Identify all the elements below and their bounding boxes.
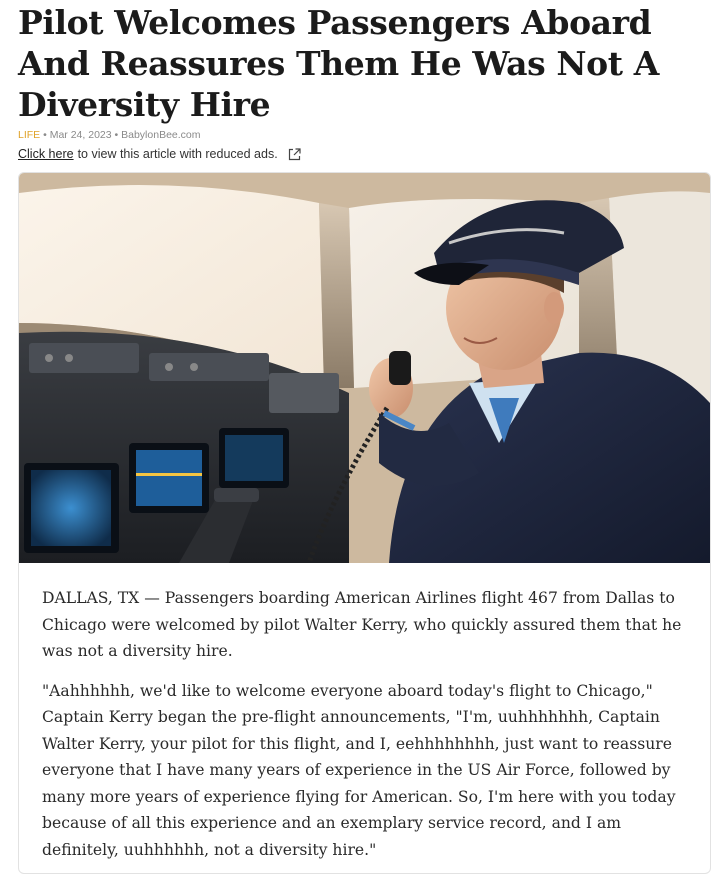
article-page: Pilot Welcomes Passengers Aboard And Rea…	[0, 0, 722, 874]
article-body: DALLAS, TX — Passengers boarding America…	[42, 585, 687, 873]
hero-image	[19, 173, 710, 563]
article-headline: Pilot Welcomes Passengers Aboard And Rea…	[18, 3, 659, 124]
reduced-ads-notice: Click here to view this article with red…	[18, 147, 301, 161]
article-paragraph: DALLAS, TX — Passengers boarding America…	[42, 589, 682, 660]
meta-separator: •	[43, 129, 47, 141]
article-card: DALLAS, TX — Passengers boarding America…	[18, 172, 711, 874]
article-date: Mar 24, 2023	[49, 129, 112, 141]
reduced-ads-text: to view this article with reduced ads.	[77, 147, 278, 161]
article-meta: LIFE • Mar 24, 2023 • BabylonBee.com	[18, 129, 201, 141]
article-category[interactable]: LIFE	[18, 129, 40, 141]
article-source: BabylonBee.com	[121, 129, 201, 141]
reduced-ads-link[interactable]: Click here	[18, 147, 74, 161]
article-paragraph: "Aahhhhhh, we'd like to welcome everyone…	[42, 681, 676, 859]
meta-separator: •	[114, 129, 119, 141]
external-link-icon[interactable]	[288, 147, 301, 161]
